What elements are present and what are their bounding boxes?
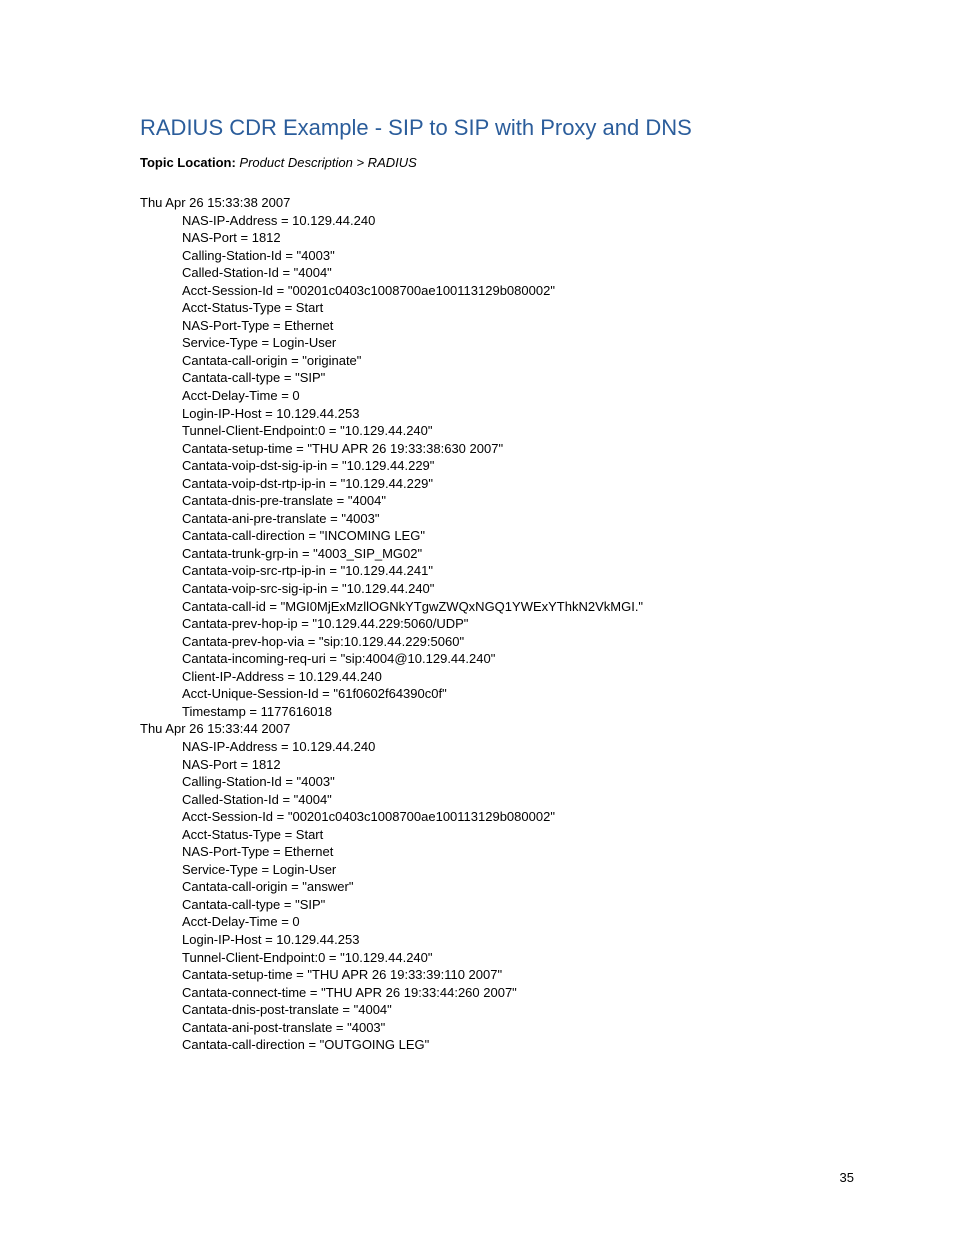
- attr-line: Cantata-trunk-grp-in = "4003_SIP_MG02": [182, 545, 854, 563]
- attr-line: Cantata-voip-dst-rtp-ip-in = "10.129.44.…: [182, 475, 854, 493]
- attr-line: Cantata-setup-time = "THU APR 26 19:33:3…: [182, 440, 854, 458]
- attr-line: Acct-Delay-Time = 0: [182, 387, 854, 405]
- topic-path: Product Description > RADIUS: [239, 155, 416, 170]
- attr-line: Cantata-incoming-req-uri = "sip:4004@10.…: [182, 650, 854, 668]
- attr-line: Acct-Status-Type = Start: [182, 299, 854, 317]
- topic-label: Topic Location:: [140, 155, 239, 170]
- attr-line: Cantata-voip-src-rtp-ip-in = "10.129.44.…: [182, 562, 854, 580]
- attr-line: NAS-Port-Type = Ethernet: [182, 843, 854, 861]
- attr-line: Cantata-setup-time = "THU APR 26 19:33:3…: [182, 966, 854, 984]
- attr-line: NAS-Port-Type = Ethernet: [182, 317, 854, 335]
- attr-line: Cantata-call-origin = "answer": [182, 878, 854, 896]
- attr-line: Login-IP-Host = 10.129.44.253: [182, 405, 854, 423]
- attr-line: Client-IP-Address = 10.129.44.240: [182, 668, 854, 686]
- record-timestamp: Thu Apr 26 15:33:38 2007: [140, 194, 854, 212]
- attr-line: Cantata-prev-hop-via = "sip:10.129.44.22…: [182, 633, 854, 651]
- attr-line: Cantata-ani-pre-translate = "4003": [182, 510, 854, 528]
- attr-line: Cantata-voip-src-sig-ip-in = "10.129.44.…: [182, 580, 854, 598]
- attr-line: Cantata-call-type = "SIP": [182, 896, 854, 914]
- attr-line: Cantata-call-origin = "originate": [182, 352, 854, 370]
- attr-line: Acct-Session-Id = "00201c0403c1008700ae1…: [182, 282, 854, 300]
- record-attrs: NAS-IP-Address = 10.129.44.240 NAS-Port …: [182, 212, 854, 721]
- page-title: RADIUS CDR Example - SIP to SIP with Pro…: [140, 115, 854, 141]
- page: RADIUS CDR Example - SIP to SIP with Pro…: [0, 0, 954, 1114]
- attr-line: Calling-Station-Id = "4003": [182, 247, 854, 265]
- attr-line: Cantata-dnis-post-translate = "4004": [182, 1001, 854, 1019]
- attr-line: Cantata-ani-post-translate = "4003": [182, 1019, 854, 1037]
- attr-line: Cantata-dnis-pre-translate = "4004": [182, 492, 854, 510]
- attr-line: Tunnel-Client-Endpoint:0 = "10.129.44.24…: [182, 949, 854, 967]
- attr-line: Cantata-voip-dst-sig-ip-in = "10.129.44.…: [182, 457, 854, 475]
- attr-line: Cantata-call-type = "SIP": [182, 369, 854, 387]
- record-timestamp: Thu Apr 26 15:33:44 2007: [140, 720, 854, 738]
- attr-line: NAS-IP-Address = 10.129.44.240: [182, 738, 854, 756]
- attr-line: Acct-Session-Id = "00201c0403c1008700ae1…: [182, 808, 854, 826]
- attr-line: Acct-Unique-Session-Id = "61f0602f64390c…: [182, 685, 854, 703]
- attr-line: Cantata-call-direction = "INCOMING LEG": [182, 527, 854, 545]
- attr-line: Acct-Delay-Time = 0: [182, 913, 854, 931]
- attr-line: Login-IP-Host = 10.129.44.253: [182, 931, 854, 949]
- attr-line: Cantata-connect-time = "THU APR 26 19:33…: [182, 984, 854, 1002]
- attr-line: Cantata-call-direction = "OUTGOING LEG": [182, 1036, 854, 1054]
- attr-line: NAS-Port = 1812: [182, 756, 854, 774]
- cdr-record-1: Thu Apr 26 15:33:38 2007 NAS-IP-Address …: [140, 194, 854, 720]
- attr-line: Calling-Station-Id = "4003": [182, 773, 854, 791]
- page-number: 35: [840, 1170, 854, 1185]
- topic-location: Topic Location: Product Description > RA…: [140, 155, 854, 170]
- attr-line: Cantata-prev-hop-ip = "10.129.44.229:506…: [182, 615, 854, 633]
- attr-line: NAS-IP-Address = 10.129.44.240: [182, 212, 854, 230]
- attr-line: Service-Type = Login-User: [182, 334, 854, 352]
- attr-line: NAS-Port = 1812: [182, 229, 854, 247]
- attr-line: Called-Station-Id = "4004": [182, 791, 854, 809]
- record-attrs: NAS-IP-Address = 10.129.44.240 NAS-Port …: [182, 738, 854, 1054]
- attr-line: Called-Station-Id = "4004": [182, 264, 854, 282]
- attr-line: Tunnel-Client-Endpoint:0 = "10.129.44.24…: [182, 422, 854, 440]
- attr-line: Service-Type = Login-User: [182, 861, 854, 879]
- attr-line: Acct-Status-Type = Start: [182, 826, 854, 844]
- cdr-record-2: Thu Apr 26 15:33:44 2007 NAS-IP-Address …: [140, 720, 854, 1053]
- attr-line: Cantata-call-id = "MGI0MjExMzllOGNkYTgwZ…: [182, 598, 854, 616]
- attr-line: Timestamp = 1177616018: [182, 703, 854, 721]
